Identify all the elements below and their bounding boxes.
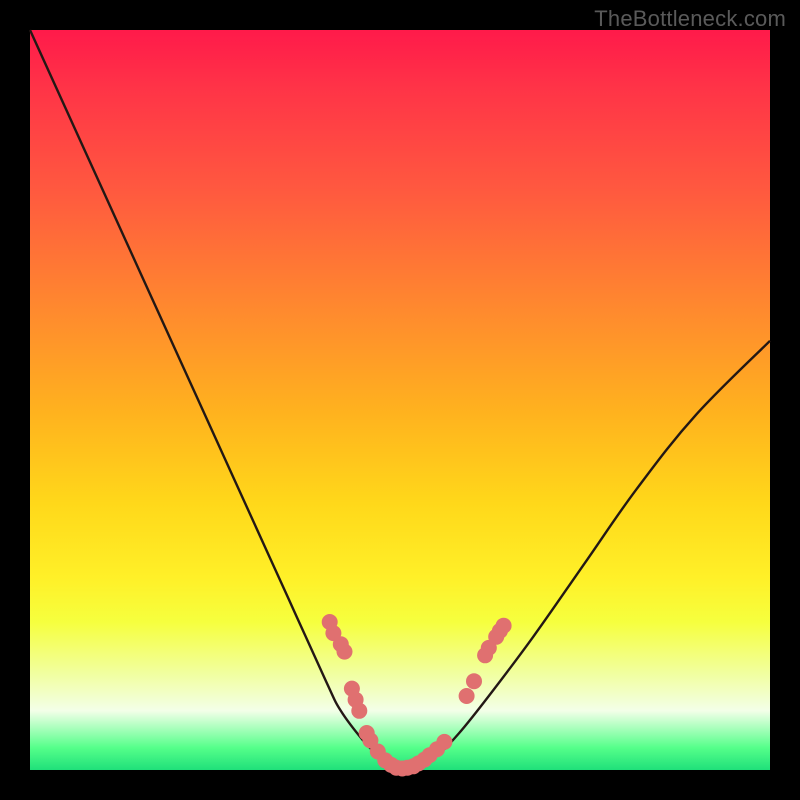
curve-marker [466, 673, 482, 689]
curve-marker [436, 734, 452, 750]
curve-marker [459, 688, 475, 704]
curve-svg [30, 30, 770, 770]
bottleneck-curve [30, 30, 770, 770]
watermark-text: TheBottleneck.com [594, 6, 786, 32]
curve-markers [322, 614, 512, 777]
plot-area [30, 30, 770, 770]
chart-stage: TheBottleneck.com [0, 0, 800, 800]
curve-marker [351, 703, 367, 719]
curve-marker [337, 644, 353, 660]
curve-marker [496, 618, 512, 634]
